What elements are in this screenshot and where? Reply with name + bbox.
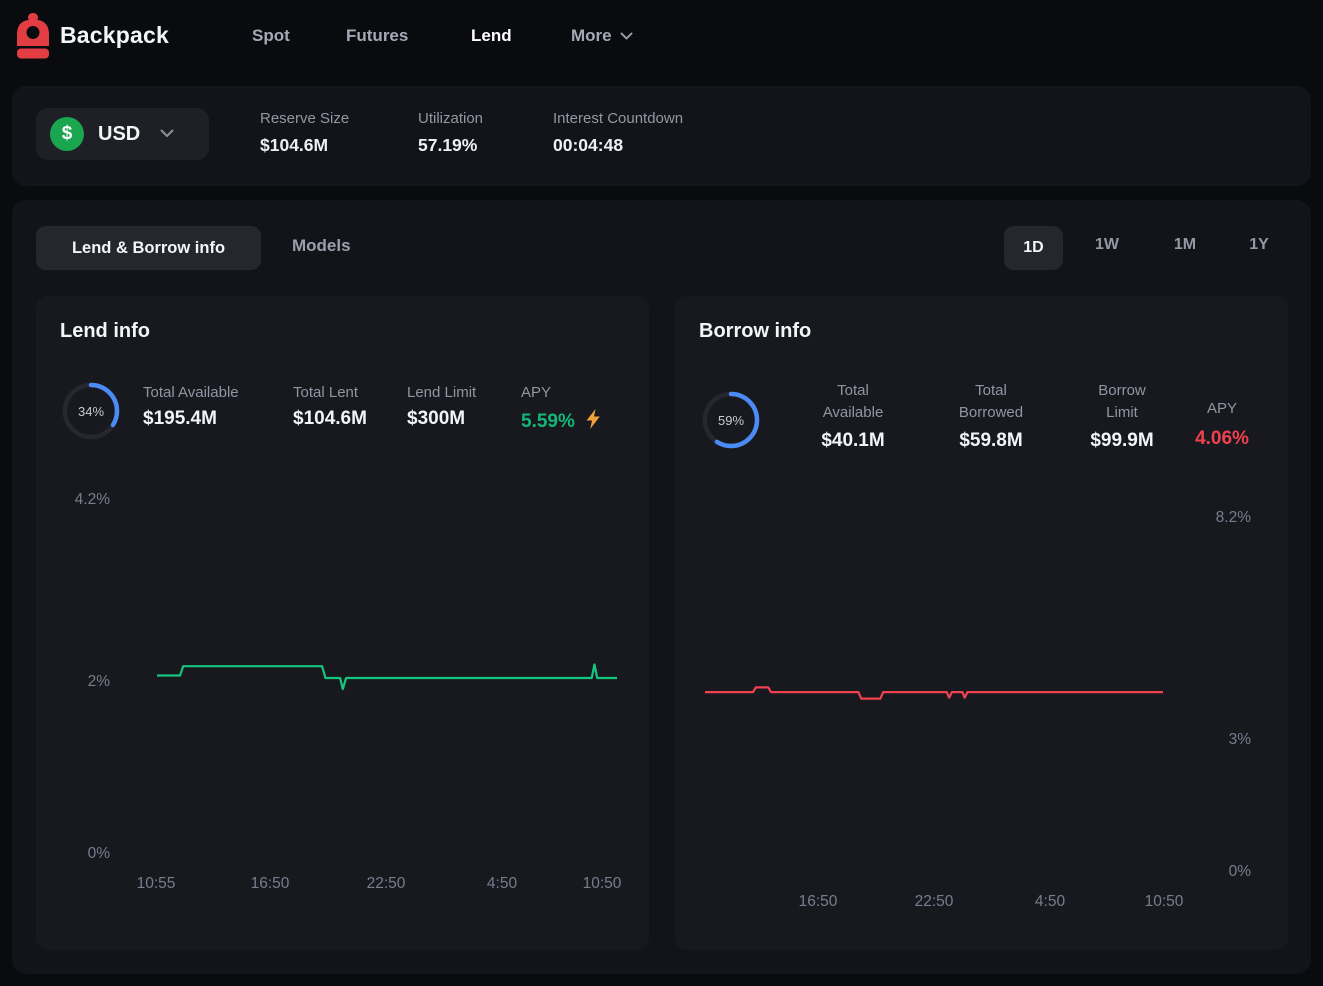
lend-utilization-ring: 34% xyxy=(61,381,121,441)
stat-label: Total Borrowed xyxy=(946,380,1036,424)
range-1d[interactable]: 1D xyxy=(1004,226,1063,270)
asset-selector[interactable]: $ USD xyxy=(36,108,209,160)
x-tick-label: 22:50 xyxy=(355,875,417,893)
borrow-card-title: Borrow info xyxy=(699,320,811,343)
chevron-down-icon xyxy=(620,26,633,46)
range-1w[interactable]: 1W xyxy=(1085,236,1129,254)
stat-value: $40.1M xyxy=(801,430,905,452)
utilization-value: 57.19% xyxy=(418,135,483,156)
reserve-size-stat: Reserve Size $104.6M xyxy=(260,110,349,156)
lend-limit-stat: Lend Limit $300M xyxy=(407,384,476,430)
lend-line-plot xyxy=(157,480,617,900)
range-1m[interactable]: 1M xyxy=(1163,236,1207,254)
lend-info-card: Lend info 34% Total Available $195.4M To… xyxy=(36,296,649,950)
nav-item-futures[interactable]: Futures xyxy=(346,26,408,46)
nav-item-more[interactable]: More xyxy=(571,26,633,46)
x-tick-label: 16:50 xyxy=(787,893,849,911)
x-tick-label: 10:50 xyxy=(1133,893,1195,911)
lightning-bolt-icon xyxy=(583,408,603,435)
top-nav: Backpack Spot Futures Lend More xyxy=(0,0,1323,75)
y-tick-label: 0% xyxy=(50,845,110,863)
borrow-apy-stat: APY 4.06% xyxy=(1180,398,1264,450)
stat-label: Lend Limit xyxy=(407,384,476,401)
lend-borrow-panel: Lend & Borrow info Models 1D 1W 1M 1Y Le… xyxy=(12,200,1311,974)
dollar-coin-icon: $ xyxy=(50,117,84,151)
borrow-total-available-stat: Total Available $40.1M xyxy=(801,380,905,452)
interest-countdown-label: Interest Countdown xyxy=(553,110,683,127)
stat-value: $300M xyxy=(407,408,476,430)
x-tick-label: 16:50 xyxy=(239,875,301,893)
nav-more-label: More xyxy=(571,26,612,46)
stat-label: APY xyxy=(1180,398,1264,420)
borrow-total-borrowed-stat: Total Borrowed $59.8M xyxy=(939,380,1043,452)
borrow-info-card: Borrow info 59% Total Available $40.1M T… xyxy=(675,296,1288,950)
lend-total-lent-stat: Total Lent $104.6M xyxy=(293,384,367,430)
utilization-stat: Utilization 57.19% xyxy=(418,110,483,156)
interest-countdown-stat: Interest Countdown 00:04:48 xyxy=(553,110,683,156)
x-tick-label: 10:50 xyxy=(571,875,633,893)
y-tick-label: 4.2% xyxy=(50,491,110,509)
x-tick-label: 22:50 xyxy=(903,893,965,911)
y-tick-label: 8.2% xyxy=(1191,509,1251,527)
lend-apy-value: 5.59% xyxy=(521,411,575,433)
stat-value: $104.6M xyxy=(293,408,367,430)
stat-value: $99.9M xyxy=(1070,430,1174,452)
stat-label: Total Lent xyxy=(293,384,367,401)
y-tick-label: 2% xyxy=(50,673,110,691)
stat-label: Borrow Limit xyxy=(1082,380,1162,424)
lend-ring-percent: 34% xyxy=(61,381,121,441)
stat-label: Total Available xyxy=(143,384,239,401)
lend-apy-stat: APY 5.59% xyxy=(521,384,603,435)
tab-lend-borrow-info[interactable]: Lend & Borrow info xyxy=(36,226,261,270)
stat-label: APY xyxy=(521,384,603,401)
reserve-size-value: $104.6M xyxy=(260,135,349,156)
backpack-logo-icon[interactable] xyxy=(15,13,51,59)
borrow-limit-stat: Borrow Limit $99.9M xyxy=(1070,380,1174,452)
asset-name: USD xyxy=(98,123,140,146)
y-tick-label: 3% xyxy=(1191,731,1251,749)
borrow-apy-chart: 8.2% 3% 0% 16:50 22:50 4:50 10:50 xyxy=(675,480,1288,950)
range-1y[interactable]: 1Y xyxy=(1237,236,1281,254)
x-tick-label: 4:50 xyxy=(471,875,533,893)
y-tick-label: 0% xyxy=(1191,863,1251,881)
borrow-ring-percent: 59% xyxy=(701,390,761,450)
brand-name: Backpack xyxy=(60,22,169,49)
stat-value: $59.8M xyxy=(939,430,1043,452)
nav-item-lend[interactable]: Lend xyxy=(471,26,512,46)
stat-label: Total Available xyxy=(808,380,898,424)
lend-apy-chart: 4.2% 2% 0% 10:55 16:50 22:50 4:50 10:50 xyxy=(36,480,649,950)
utilization-label: Utilization xyxy=(418,110,483,127)
borrow-line-plot xyxy=(705,480,1163,920)
lend-total-available-stat: Total Available $195.4M xyxy=(143,384,239,430)
stat-value: $195.4M xyxy=(143,408,239,430)
borrow-utilization-ring: 59% xyxy=(701,390,761,450)
nav-item-spot[interactable]: Spot xyxy=(252,26,290,46)
x-tick-label: 4:50 xyxy=(1019,893,1081,911)
x-tick-label: 10:55 xyxy=(125,875,187,893)
lend-card-title: Lend info xyxy=(60,320,150,343)
tab-models[interactable]: Models xyxy=(292,236,351,256)
reserve-size-label: Reserve Size xyxy=(260,110,349,127)
chevron-down-icon xyxy=(160,125,174,143)
market-bar: $ USD Reserve Size $104.6M Utilization 5… xyxy=(12,86,1311,186)
dollar-symbol: $ xyxy=(62,123,73,145)
borrow-apy-value: 4.06% xyxy=(1180,428,1264,450)
interest-countdown-value: 00:04:48 xyxy=(553,135,683,156)
